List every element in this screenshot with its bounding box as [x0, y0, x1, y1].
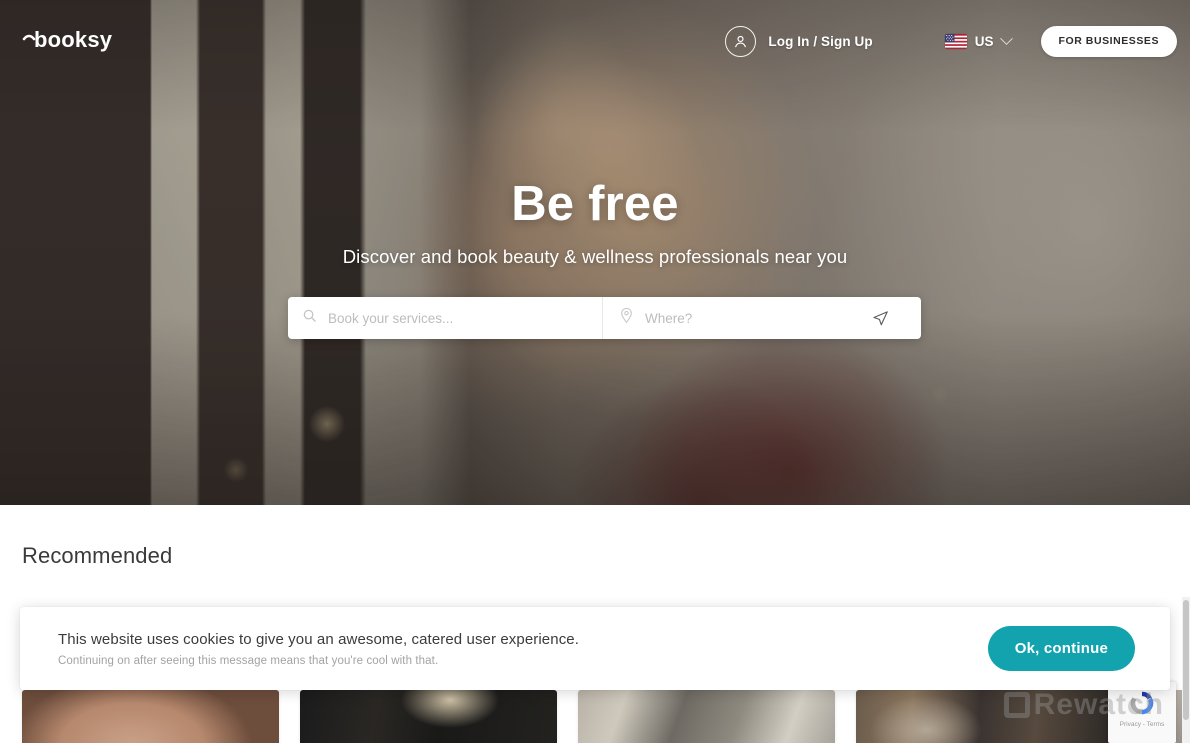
svg-text:booksy: booksy	[34, 27, 113, 52]
service-search-field[interactable]	[288, 297, 602, 339]
for-businesses-button[interactable]: FOR BUSINESSES	[1040, 25, 1177, 57]
recaptcha-links[interactable]: Privacy - Terms	[1120, 721, 1165, 728]
use-my-location-button[interactable]	[864, 310, 907, 327]
chevron-down-icon	[999, 31, 1013, 45]
recommended-card[interactable]	[22, 690, 279, 743]
recommended-card[interactable]	[856, 690, 1113, 743]
locale-label: US	[974, 33, 994, 49]
map-pin-icon	[619, 307, 634, 329]
search-icon	[302, 308, 317, 328]
cookie-headline: This website uses cookies to give you an…	[58, 630, 580, 648]
hero-subtitle: Discover and book beauty & wellness prof…	[342, 246, 848, 267]
recaptcha-badge[interactable]: Privacy - Terms	[1108, 682, 1176, 743]
search-bar	[288, 297, 921, 339]
category-nav: Hair Salon Barbershop Nail Salon Skin Ca…	[0, 427, 1190, 505]
booksy-homepage: booksy Log In / Sign Up US FOR BUSINESSE…	[0, 0, 1190, 743]
user-avatar-icon	[725, 25, 757, 57]
hero-title: Be free	[511, 177, 679, 231]
location-search-field[interactable]	[602, 297, 921, 339]
recaptcha-icon	[1130, 691, 1154, 715]
recommended-card[interactable]	[300, 690, 557, 743]
cookie-text-block: This website uses cookies to give you an…	[58, 631, 579, 667]
us-flag-icon	[944, 33, 967, 49]
recommended-cards-row	[22, 690, 1190, 743]
recommended-section-title: Recommended	[22, 543, 173, 568]
booksy-logo[interactable]: booksy	[22, 21, 117, 61]
login-signup-label: Log In / Sign Up	[768, 33, 873, 49]
location-input[interactable]	[645, 310, 853, 326]
page-scrollbar-thumb[interactable]	[1183, 600, 1189, 720]
cookie-consent-banner: This website uses cookies to give you an…	[20, 607, 1170, 690]
cookie-accept-button[interactable]: Ok, continue	[987, 626, 1135, 671]
locale-selector[interactable]: US	[944, 31, 1013, 49]
site-header: booksy Log In / Sign Up US FOR BUSINESSE…	[0, 0, 1190, 82]
header-actions: Log In / Sign Up US FOR BUSINESSES	[725, 25, 1177, 57]
recommended-card[interactable]	[578, 690, 835, 743]
cookie-subline: Continuing on after seeing this message …	[58, 654, 439, 667]
search-input[interactable]	[328, 310, 588, 326]
login-signup-button[interactable]: Log In / Sign Up	[725, 25, 873, 57]
